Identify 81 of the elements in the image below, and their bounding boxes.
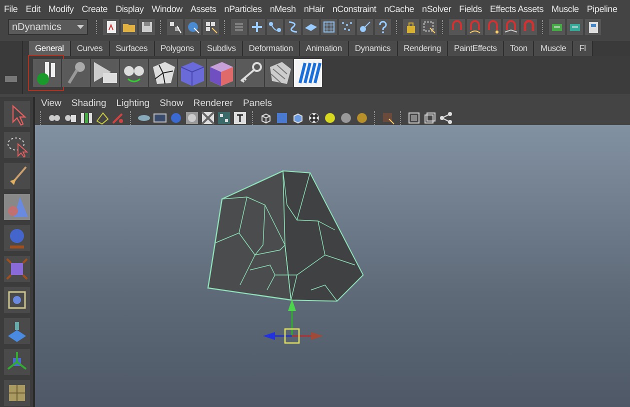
grid-icon[interactable] [322,20,336,34]
dropdown-arrow-icon[interactable] [77,25,84,29]
menu-item[interactable]: File [4,4,18,14]
magnet-point-icon[interactable] [486,20,500,34]
move-manipulator-drawing[interactable] [263,299,323,344]
menu-item[interactable]: Muscle [552,4,579,14]
shelf-tab[interactable]: Curves [70,41,110,56]
curve-points-icon[interactable] [268,20,282,34]
panel-menu-item[interactable]: Panels [242,98,272,109]
menu-item[interactable]: Create [82,4,108,14]
shelf-tab[interactable]: General [29,41,71,56]
two-squares-icon[interactable] [217,110,231,124]
magnet-plane-icon[interactable] [504,20,518,34]
circle-icon[interactable] [185,110,199,124]
help-icon[interactable] [376,20,390,34]
menu-item[interactable]: nMesh [270,4,296,14]
menu-item[interactable]: nHair [304,4,324,14]
menu-item[interactable]: Pipeline [586,4,618,14]
component-select-icon[interactable] [204,20,218,34]
mode-dropdown[interactable]: nDynamics [8,19,88,35]
magnet-curve-icon[interactable] [468,20,482,34]
panel-menu-item[interactable]: Shading [71,98,106,109]
stripes-icon[interactable] [294,59,322,87]
nodes-icon[interactable] [439,110,453,124]
shelf-tab[interactable]: Fl [573,41,593,56]
hierarchy-select-icon[interactable] [168,20,182,34]
microphone-icon[interactable] [62,59,90,87]
shelf-tab[interactable]: Dynamics [348,41,398,56]
new-scene-icon[interactable] [104,20,118,34]
dots-icon[interactable] [340,20,354,34]
play-screen-icon[interactable] [91,59,119,87]
light-sphere-icon[interactable] [323,110,337,124]
shattered-cube-icon[interactable] [149,59,177,87]
menu-item[interactable]: Assets [190,4,216,14]
curve-icon[interactable] [286,20,300,34]
panel-menu-item[interactable]: Renderer [193,98,233,109]
save-icon[interactable] [140,20,154,34]
select-frame-icon[interactable] [422,20,436,34]
shelf-tab[interactable]: Surfaces [110,41,155,56]
layered-squares-icon[interactable] [423,110,437,124]
xray-cube-icon[interactable] [407,110,421,124]
matte-sphere-icon[interactable] [339,110,353,124]
menu-item[interactable]: nParticles [224,4,262,14]
menu-item[interactable]: Window [152,4,182,14]
panel-menu-item[interactable]: View [41,98,62,109]
color-cube-icon[interactable] [207,59,235,87]
panel-menu-item[interactable]: Lighting [116,98,150,109]
checker-square-icon[interactable] [201,110,215,124]
menu-item[interactable]: Fields [459,4,482,14]
object-select-icon[interactable] [186,20,200,34]
render-view-icon[interactable] [586,20,600,34]
key-icon[interactable] [236,59,264,87]
shelf-tab[interactable]: PaintEffects [448,41,504,56]
letter-t-icon[interactable] [233,110,247,124]
menu-item[interactable]: Edit [26,4,40,14]
menu-item[interactable]: Modify [48,4,74,14]
shelf-tab[interactable]: Animation [300,41,349,56]
menu-item[interactable]: nSolver [422,4,452,14]
shelf-tab[interactable]: Subdivs [200,41,243,56]
plus-icon[interactable] [250,20,264,34]
eyes-icon[interactable] [120,59,148,87]
shelf-tab[interactable]: Deformation [242,41,300,56]
shelf-tab[interactable]: Polygons [154,41,201,56]
isolate-select-icon[interactable] [381,110,395,124]
menu-item[interactable]: Display [116,4,144,14]
crumpled-cube-icon[interactable] [265,59,293,87]
menu-item[interactable]: nCache [384,4,414,14]
metal-sphere-icon[interactable] [355,110,369,124]
film-gate-icon[interactable] [153,110,167,124]
wireframe-cube-icon[interactable] [259,110,273,124]
sphere-point-icon[interactable] [358,20,372,34]
checker-sphere-icon[interactable] [307,110,321,124]
menu-item[interactable]: Effects Assets [490,4,544,14]
lock-icon[interactable] [404,20,418,34]
menu-item[interactable]: nConstraint [332,4,376,14]
shelf-grip-icon[interactable] [5,76,17,82]
shelf-tab[interactable]: Rendering [398,41,448,56]
shelf-tab[interactable]: Toon [504,41,534,56]
panel-menu-item[interactable]: Show [160,98,184,109]
bowling-icon[interactable] [33,59,61,87]
shelf-tab[interactable]: Muscle [534,41,574,56]
